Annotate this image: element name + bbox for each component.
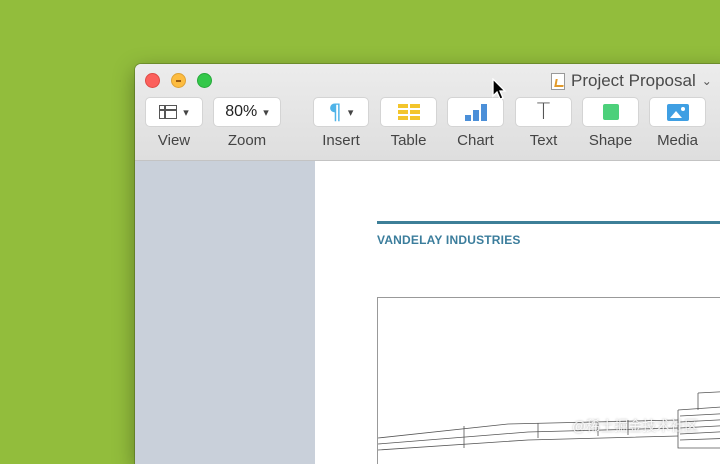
page-thumbnails-sidebar[interactable] [135,161,315,464]
text-t-icon: T [536,99,551,125]
view-button[interactable]: ▾ [145,97,203,127]
text-label: Text [529,132,558,149]
company-heading[interactable]: VANDELAY INDUSTRIES [377,233,521,247]
document-title: Project Proposal [571,71,696,90]
table-tool[interactable]: Table [380,97,437,149]
chart-tool[interactable]: Chart [447,97,504,149]
media-label: Media [657,132,698,149]
text-button[interactable]: T [515,97,572,127]
zoom-label: Zoom [227,132,267,149]
media-tool[interactable]: Media [649,97,706,149]
chevron-down-icon: ▾ [347,106,354,119]
building-sketch-image[interactable] [377,297,720,464]
document-title-menu[interactable]: Project Proposal ⌄ [551,70,712,92]
insert-button[interactable]: ¶ ▾ [313,97,369,127]
zoom-tool[interactable]: 80% ▾ Zoom [213,97,281,149]
title-toolbar: Project Proposal ⌄ ▾ View 80% ▾ Zoom ¶ ▾… [135,64,720,161]
insert-tool[interactable]: ¶ ▾ Insert [313,97,369,149]
minimize-window-button[interactable] [171,73,186,88]
pages-window: Project Proposal ⌄ ▾ View 80% ▾ Zoom ¶ ▾… [135,64,720,464]
photo-icon [666,103,689,121]
mouse-pointer-icon [492,78,507,100]
zoom-value: 80% [225,103,258,120]
sidebar-layout-icon [159,105,178,119]
header-rule [377,221,720,224]
close-window-button[interactable] [145,73,160,88]
bar-chart-icon [464,103,487,121]
view-tool[interactable]: ▾ View [145,97,203,149]
shape-button[interactable] [582,97,639,127]
pilcrow-icon: ¶ [328,100,342,124]
table-label: Table [390,132,427,149]
table-icon [397,104,420,120]
chevron-down-icon: ⌄ [701,74,712,88]
square-shape-icon [602,104,619,120]
building-sketch-drawing [378,391,720,451]
text-tool[interactable]: T Text [515,97,572,149]
zoom-select[interactable]: 80% ▾ [213,97,281,127]
view-label: View [157,132,191,149]
maximize-window-button[interactable] [197,73,212,88]
chart-label: Chart [457,132,494,149]
shape-label: Shape [588,132,633,149]
watermark-text: @稀土掘金技术社区 [572,418,699,434]
chevron-down-icon: ▾ [263,106,269,119]
pages-document-icon [551,72,565,90]
table-button[interactable] [380,97,437,127]
media-button[interactable] [649,97,706,127]
insert-label: Insert [322,132,360,149]
shape-tool[interactable]: Shape [582,97,639,149]
chevron-down-icon: ▾ [183,106,189,119]
